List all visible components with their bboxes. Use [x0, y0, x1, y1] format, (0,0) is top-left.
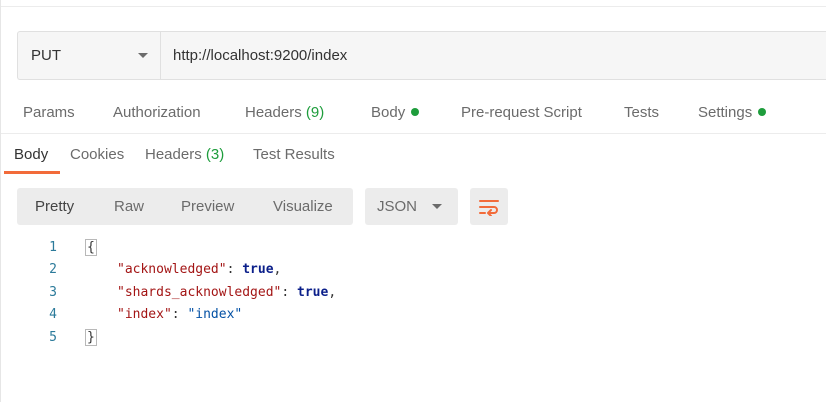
url-text: http://localhost:9200/index: [173, 47, 348, 64]
method-select[interactable]: PUT: [18, 32, 161, 79]
status-dot-icon: [758, 108, 767, 116]
code-line: 3 "shards_acknowledged": true,: [1, 285, 826, 307]
close-brace: }: [85, 329, 97, 346]
tab-body[interactable]: Body: [371, 104, 420, 121]
code-line: 5 }: [1, 329, 826, 352]
json-key: "index": [117, 307, 172, 322]
request-bar: PUT http://localhost:9200/index: [17, 31, 826, 80]
json-key: "shards_acknowledged": [117, 285, 282, 300]
url-input[interactable]: http://localhost:9200/index: [161, 32, 826, 79]
tab-response-body[interactable]: Body: [14, 146, 48, 163]
response-tabs: Body Cookies Headers (3) Test Results: [1, 146, 826, 174]
status-dot-icon: [411, 108, 420, 116]
tab-pre-request-script[interactable]: Pre-request Script: [461, 104, 582, 121]
tab-params[interactable]: Params: [23, 104, 75, 121]
code-line: 2 "acknowledged": true,: [1, 262, 826, 284]
line-number: 1: [49, 240, 57, 255]
language-label: JSON: [377, 198, 418, 215]
json-value: true: [297, 285, 329, 300]
response-body-code[interactable]: 1 { 2 "acknowledged": true, 3 "shards_ac…: [1, 238, 826, 358]
response-headers-count-badge: (3): [205, 146, 225, 163]
json-key: "acknowledged": [117, 262, 227, 277]
request-tabs: Params Authorization Headers (9) Body Pr…: [1, 100, 826, 134]
wrap-lines-icon: [479, 199, 499, 216]
chevron-down-icon: [432, 204, 442, 209]
tab-settings[interactable]: Settings: [698, 104, 767, 121]
headers-count-badge: (9): [305, 104, 325, 121]
tab-authorization[interactable]: Authorization: [113, 104, 201, 121]
response-panel: PUT http://localhost:9200/index Params A…: [0, 0, 826, 402]
line-number: 2: [49, 262, 57, 277]
format-raw-button[interactable]: Raw: [114, 198, 144, 215]
chevron-down-icon: [138, 53, 148, 58]
format-pretty-button[interactable]: Pretty: [35, 198, 74, 215]
format-visualize-button[interactable]: Visualize: [273, 198, 333, 215]
tab-tests[interactable]: Tests: [624, 104, 659, 121]
active-tab-indicator: [4, 171, 60, 174]
format-preview-button[interactable]: Preview: [181, 198, 234, 215]
line-number: 3: [49, 285, 57, 300]
tab-test-results[interactable]: Test Results: [253, 146, 335, 163]
tab-response-headers[interactable]: Headers (3): [145, 146, 224, 163]
code-line: 4 "index": "index": [1, 307, 826, 329]
wrap-lines-button[interactable]: [470, 188, 508, 225]
tab-cookies[interactable]: Cookies: [70, 146, 124, 163]
format-toggle-group: Pretty Raw Preview Visualize: [17, 188, 353, 225]
line-number: 4: [49, 307, 57, 322]
method-label: PUT: [31, 47, 61, 64]
open-brace: {: [85, 239, 97, 256]
code-line: 1 {: [1, 239, 826, 262]
top-edge: [1, 0, 826, 8]
json-value: "index": [187, 307, 243, 322]
language-select[interactable]: JSON: [365, 188, 458, 225]
json-value: true: [242, 262, 274, 277]
tab-headers[interactable]: Headers (9): [245, 104, 324, 121]
line-number: 5: [49, 330, 57, 345]
